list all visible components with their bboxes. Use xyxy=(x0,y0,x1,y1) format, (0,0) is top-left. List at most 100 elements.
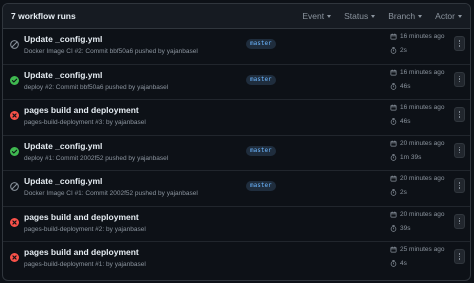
chevron-down-icon xyxy=(458,14,462,18)
more-options-button[interactable] xyxy=(454,71,465,87)
kebab-dot xyxy=(458,113,461,116)
run-subtitle: Docker Image CI #2: Commit bbf50a6 pushe… xyxy=(24,48,198,55)
kebab-dot xyxy=(458,75,461,78)
filter-event[interactable]: Event xyxy=(302,11,332,21)
stopwatch-icon xyxy=(390,260,400,267)
run-duration-text: 2s xyxy=(400,47,407,54)
run-duration-text: 39s xyxy=(400,224,411,232)
more-options-button[interactable] xyxy=(454,249,465,264)
check-circle-icon xyxy=(10,72,19,85)
filter-branch[interactable]: Branch xyxy=(388,11,423,21)
run-time-text: 20 minutes ago xyxy=(400,139,445,147)
run-title[interactable]: Update _config.yml xyxy=(24,70,102,80)
kebab-dot xyxy=(458,253,461,255)
kebab-dot xyxy=(458,184,461,187)
workflow-run-row[interactable]: Update _config.yml deploy #1: Commit 200… xyxy=(3,136,470,171)
kebab-dot xyxy=(458,182,461,184)
run-time: 16 minutes ago xyxy=(390,33,444,40)
stopwatch-icon xyxy=(390,82,400,90)
skipped-icon xyxy=(10,178,19,191)
workflow-run-row[interactable]: pages build and deployment pages-build-d… xyxy=(3,207,470,242)
branch-label[interactable]: master xyxy=(246,181,276,191)
filter-actor-label: Actor xyxy=(435,11,455,21)
x-circle-icon xyxy=(10,214,19,227)
run-subtitle: deploy #1: Commit 2002f52 pushed by yaja… xyxy=(24,154,169,162)
run-duration: 46s xyxy=(390,118,410,125)
run-duration-text: 46s xyxy=(400,82,411,90)
more-options-button[interactable] xyxy=(454,213,465,229)
kebab-dot xyxy=(458,149,461,151)
check-circle-icon xyxy=(10,143,19,156)
run-subtitle: Docker Image CI #1: Commit 2002f52 pushe… xyxy=(24,190,198,197)
filter-actor[interactable]: Actor xyxy=(435,11,462,21)
run-subtitle: deploy #2: Commit bbf50a6 pushed by yaja… xyxy=(24,83,169,91)
run-time-text: 20 minutes ago xyxy=(400,210,445,218)
stopwatch-icon xyxy=(390,189,400,196)
filter-branch-label: Branch xyxy=(388,11,416,21)
kebab-dot xyxy=(458,80,461,83)
run-time: 25 minutes ago xyxy=(390,246,444,253)
kebab-dot xyxy=(458,258,461,260)
branch-label[interactable]: master xyxy=(246,74,276,85)
run-title[interactable]: Update _config.yml xyxy=(24,34,102,44)
kebab-dot xyxy=(458,220,461,222)
kebab-dot xyxy=(458,222,461,225)
run-time: 20 minutes ago xyxy=(390,211,444,218)
branch-label[interactable]: master xyxy=(246,39,276,49)
kebab-dot xyxy=(458,151,461,154)
run-time: 20 minutes ago xyxy=(390,140,444,147)
kebab-dot xyxy=(458,40,461,42)
calendar-icon xyxy=(390,69,400,76)
run-time-text: 16 minutes ago xyxy=(400,33,445,40)
run-duration: 4s xyxy=(390,260,407,267)
run-time-text: 20 minutes ago xyxy=(400,175,445,182)
filter-status[interactable]: Status xyxy=(344,11,376,21)
run-time-text: 16 minutes ago xyxy=(400,104,445,111)
run-duration: 2s xyxy=(390,189,407,196)
x-circle-icon xyxy=(10,107,19,120)
workflow-run-row[interactable]: pages build and deployment pages-build-d… xyxy=(3,100,470,136)
workflow-run-row[interactable]: Update _config.yml deploy #2: Commit bbf… xyxy=(3,65,470,100)
kebab-dot xyxy=(458,146,461,149)
chevron-down-icon xyxy=(418,14,423,18)
run-title[interactable]: Update _config.yml xyxy=(24,176,102,186)
run-title[interactable]: Update _config.yml xyxy=(24,141,102,151)
filter-bar: Event Status Branch Actor xyxy=(302,11,462,21)
more-options-button[interactable] xyxy=(454,142,465,158)
chevron-down-icon xyxy=(371,14,376,18)
stopwatch-icon xyxy=(390,118,400,125)
workflow-run-row[interactable]: Update _config.yml Docker Image CI #2: C… xyxy=(3,29,470,65)
run-time-text: 25 minutes ago xyxy=(400,246,445,253)
runs-header: 7 workflow runs Event Status Branch Acto… xyxy=(3,4,470,29)
branch-label[interactable]: master xyxy=(246,145,276,156)
run-duration: 46s xyxy=(390,83,410,90)
skipped-icon xyxy=(10,36,19,49)
stopwatch-icon xyxy=(390,47,400,54)
workflow-run-row[interactable]: Update _config.yml Docker Image CI #1: C… xyxy=(3,171,470,207)
run-duration-text: 46s xyxy=(400,118,411,125)
calendar-icon xyxy=(390,33,400,40)
run-duration-text: 2s xyxy=(400,189,407,196)
run-time: 16 minutes ago xyxy=(390,104,444,111)
calendar-icon xyxy=(390,211,400,218)
calendar-icon xyxy=(390,246,400,253)
filter-event-label: Event xyxy=(302,11,325,21)
run-subtitle: pages-build-deployment #2: by yajanbasel xyxy=(24,225,146,233)
kebab-dot xyxy=(458,42,461,45)
calendar-icon xyxy=(390,140,400,147)
run-time-text: 16 minutes ago xyxy=(400,68,445,76)
workflow-run-row[interactable]: pages build and deployment pages-build-d… xyxy=(3,242,470,278)
run-title[interactable]: pages build and deployment xyxy=(24,247,139,257)
run-duration: 1m 39s xyxy=(390,154,421,161)
filter-status-label: Status xyxy=(344,11,369,21)
run-time: 16 minutes ago xyxy=(390,69,444,76)
run-list: Update _config.yml Docker Image CI #2: C… xyxy=(3,29,470,278)
run-title[interactable]: pages build and deployment xyxy=(24,105,139,115)
more-options-button[interactable] xyxy=(454,36,465,51)
run-time: 20 minutes ago xyxy=(390,175,444,182)
more-options-button[interactable] xyxy=(454,178,465,193)
run-subtitle: pages-build-deployment #3: by yajanbasel xyxy=(24,119,146,126)
run-count: 7 workflow runs xyxy=(11,11,76,21)
run-title[interactable]: pages build and deployment xyxy=(24,212,139,222)
more-options-button[interactable] xyxy=(454,107,465,122)
